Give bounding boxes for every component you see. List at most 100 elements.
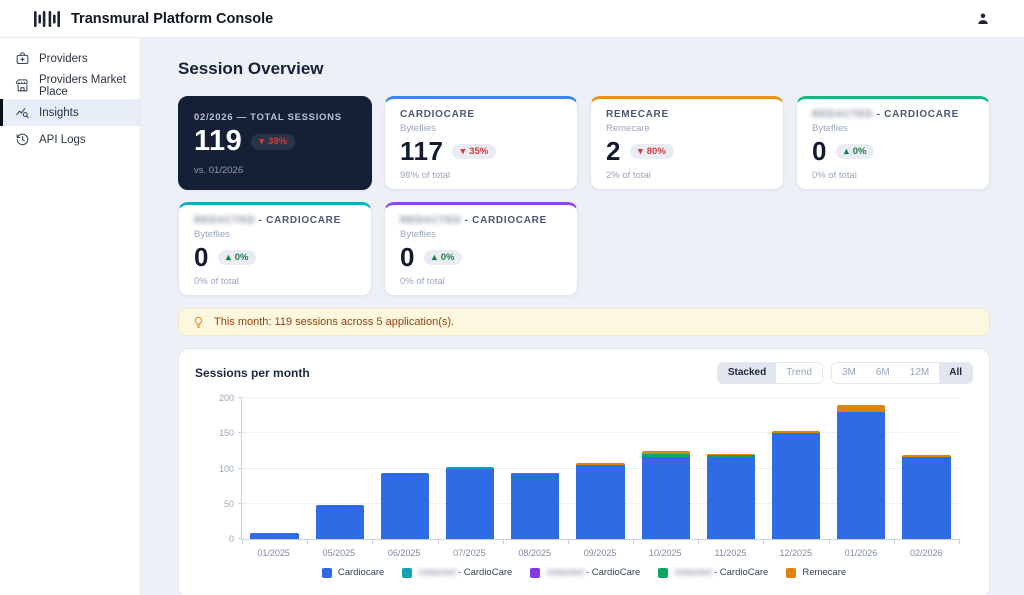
stat-card-2[interactable]: CARDIOCAREByteflies117▾35%98% of total (384, 96, 578, 190)
stacked-bar[interactable] (707, 398, 755, 539)
bar-segment (707, 457, 755, 539)
stat-card-4[interactable]: redacted - CARDIOCAREByteflies0▴0%0% of … (796, 96, 990, 190)
sidebar-item-api-logs[interactable]: API Logs (0, 126, 140, 153)
page-title: Session Overview (178, 59, 990, 79)
card-value: 0 (400, 243, 415, 272)
bar-column-07/2025 (438, 398, 503, 539)
marketplace-icon (15, 78, 30, 93)
legend-swatch (402, 568, 412, 578)
card-title: CARDIOCARE (400, 109, 562, 120)
stacked-bar[interactable] (902, 398, 950, 539)
stat-card-5[interactable]: redacted - CARDIOCAREByteflies0▴0%0% of … (178, 202, 372, 296)
lightbulb-icon (192, 316, 205, 329)
banner-text: This month: 119 sessions across 5 applic… (214, 316, 454, 328)
redacted-text: redacted (194, 215, 255, 226)
legend-swatch (530, 568, 540, 578)
delta-badge: ▴0% (424, 250, 463, 266)
stat-cards: 02/2026 — TOTAL SESSIONS 119▾38% vs. 01/20… (178, 96, 990, 296)
app-logo-icon (34, 8, 61, 30)
legend-swatch (658, 568, 668, 578)
bar-column-06/2025 (372, 398, 437, 539)
card-title: 02/2026 — TOTAL SESSIONS (194, 112, 356, 123)
x-axis-tick (503, 539, 504, 544)
range-toggle: 3M6M12MAll (831, 362, 973, 384)
y-axis-label: 100 (219, 464, 234, 474)
stacked-bar[interactable] (642, 398, 690, 539)
bar-column-08/2025 (503, 398, 568, 539)
chart-controls: StackedTrend 3M6M12MAll (717, 362, 973, 384)
range-3m[interactable]: 3M (832, 363, 866, 383)
card-value-row: 119▾38% (194, 126, 356, 158)
bar-column-01/2025 (242, 398, 307, 539)
chart-x-axis-labels: 01/202505/202506/202507/202508/202509/20… (241, 548, 959, 558)
range-12m[interactable]: 12M (900, 363, 939, 383)
sessions-chart-card: Sessions per month StackedTrend 3M6M12MA… (178, 348, 990, 595)
sidebar-item-label: Providers Market Place (39, 74, 132, 98)
user-icon[interactable] (972, 8, 994, 30)
x-axis-label: 07/2025 (437, 548, 502, 558)
card-value-row: 0 ▴0% (400, 243, 562, 272)
card-footer-text: 2% of total (606, 170, 768, 181)
y-axis-label: 200 (219, 393, 234, 403)
x-axis-tick (894, 539, 895, 544)
card-footer-text: vs. 01/2026 (194, 165, 356, 176)
sidebar-item-insights[interactable]: Insights (0, 99, 140, 126)
arrow-down-icon: ▾ (638, 147, 643, 157)
chart-plot: 050100150200 (241, 398, 959, 540)
arrow-down-icon: ▾ (460, 147, 465, 157)
bar-column-12/2025 (764, 398, 829, 539)
x-axis-tick (959, 539, 960, 544)
range-all[interactable]: All (939, 363, 972, 383)
card-subtitle: Byteflies (400, 123, 562, 134)
view-mode-trend[interactable]: Trend (776, 363, 822, 383)
stacked-bar[interactable] (837, 398, 885, 539)
stacked-bar[interactable] (511, 398, 559, 539)
stat-card-3[interactable]: REMECARERemecare2▾80%2% of total (590, 96, 784, 190)
stacked-bar[interactable] (316, 398, 364, 539)
delta-badge: ▾38% (251, 134, 295, 150)
legend-label: Remecare (802, 567, 846, 578)
range-6m[interactable]: 6M (866, 363, 900, 383)
bar-segment (316, 505, 364, 539)
view-mode-stacked[interactable]: Stacked (718, 363, 776, 383)
bar-column-11/2025 (698, 398, 763, 539)
card-subtitle: Byteflies (194, 229, 356, 240)
bar-segment (381, 473, 429, 539)
legend-item: redacted - CardioCare (658, 567, 768, 578)
sidebar-item-providers-market-place[interactable]: Providers Market Place (0, 72, 140, 99)
x-axis-tick (633, 539, 634, 544)
x-axis-tick (568, 539, 569, 544)
chart-plot-area: 050100150200 01/202505/202506/202507/202… (195, 390, 973, 558)
legend-label: redacted - CardioCare (546, 567, 640, 578)
bar-column-02/2026 (894, 398, 959, 539)
legend-item: redacted - CardioCare (402, 567, 512, 578)
card-value-row: 117▾35% (400, 137, 562, 166)
redacted-text: redacted (812, 109, 873, 120)
y-axis-label: 0 (229, 534, 234, 544)
stacked-bar[interactable] (250, 398, 298, 539)
stacked-bar[interactable] (446, 398, 494, 539)
stat-card-6[interactable]: redacted - CARDIOCAREByteflies0▴0%0% of … (384, 202, 578, 296)
bar-segment (837, 412, 885, 539)
sidebar-item-providers[interactable]: Providers (0, 45, 140, 72)
bar-segment (837, 405, 885, 412)
app-header: Transmural Platform Console (0, 0, 1024, 38)
stacked-bar[interactable] (576, 398, 624, 539)
x-axis-tick (242, 539, 243, 544)
card-title: redacted - CARDIOCARE (400, 215, 562, 226)
bar-segment (511, 474, 559, 539)
legend-label: redacted - CardioCare (418, 567, 512, 578)
delta-badge: ▴0% (836, 144, 875, 160)
stacked-bar[interactable] (772, 398, 820, 539)
bar-segment (772, 433, 820, 539)
stacked-bar[interactable] (381, 398, 429, 539)
legend-item: redacted - CardioCare (530, 567, 640, 578)
arrow-up-icon: ▴ (226, 253, 231, 263)
bar-segment (250, 533, 298, 539)
stat-card-1[interactable]: 02/2026 — TOTAL SESSIONS 119▾38% vs. 01/20… (178, 96, 372, 190)
delta-value: 38% (268, 137, 287, 147)
chart-header: Sessions per month StackedTrend 3M6M12MA… (195, 362, 973, 384)
card-footer-text: 0% of total (812, 170, 974, 181)
card-value-row: 0▴0% (194, 243, 356, 272)
delta-value: 35% (469, 147, 488, 157)
